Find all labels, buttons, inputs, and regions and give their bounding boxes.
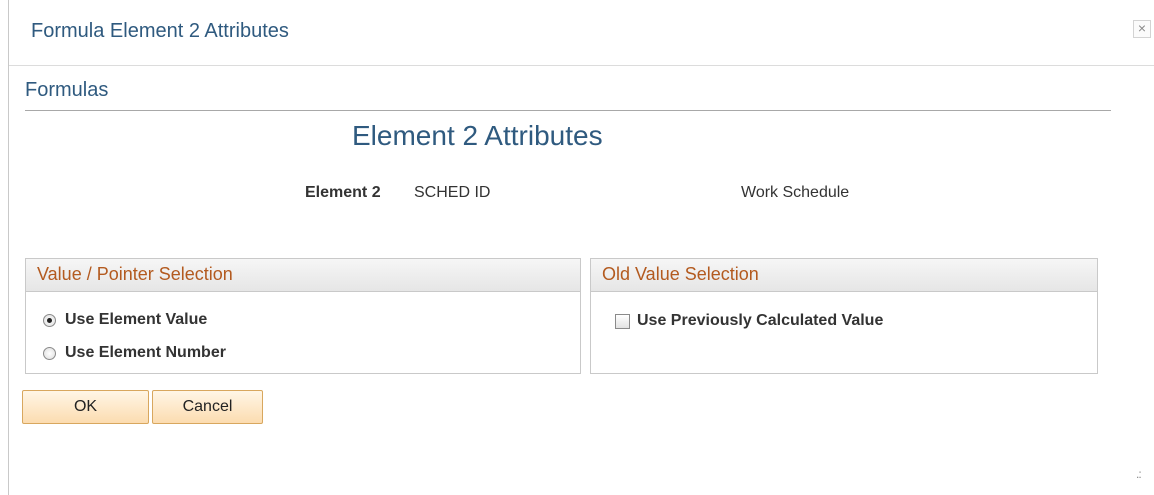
value-pointer-selection-group: Value / Pointer Selection Use Element Va… (25, 258, 581, 374)
group-title: Old Value Selection (591, 259, 1097, 292)
dialog-titlebar: Formula Element 2 Attributes × (9, 0, 1154, 66)
radio-selected-icon[interactable] (43, 313, 56, 327)
group-title: Value / Pointer Selection (26, 259, 580, 292)
option-label: Use Element Number (65, 344, 226, 361)
use-element-value-option[interactable]: Use Element Value (43, 311, 207, 329)
heading-divider (25, 110, 1111, 111)
ok-button[interactable]: OK (22, 390, 149, 424)
checkbox-label: Use Previously Calculated Value (637, 312, 884, 329)
section-title: Element 2 Attributes (352, 120, 603, 151)
dialog-title: Formula Element 2 Attributes (31, 20, 289, 42)
close-icon[interactable]: × (1133, 20, 1151, 38)
element-label: Element 2 (305, 184, 381, 201)
option-label: Use Element Value (65, 311, 208, 328)
use-element-number-option[interactable]: Use Element Number (43, 344, 226, 362)
radio-unselected-icon[interactable] (43, 346, 56, 360)
element-description: Work Schedule (741, 184, 850, 201)
page-heading: Formulas (25, 79, 109, 101)
cancel-button[interactable]: Cancel (152, 390, 263, 424)
use-previously-calculated-value-option[interactable]: Use Previously Calculated Value (615, 312, 883, 330)
element-code: SCHED ID (414, 184, 491, 201)
window-left-border (8, 0, 9, 495)
checkbox-icon[interactable] (615, 313, 630, 329)
old-value-selection-group: Old Value Selection Use Previously Calcu… (590, 258, 1098, 374)
resize-grip-icon[interactable]: .: (1136, 467, 1142, 481)
